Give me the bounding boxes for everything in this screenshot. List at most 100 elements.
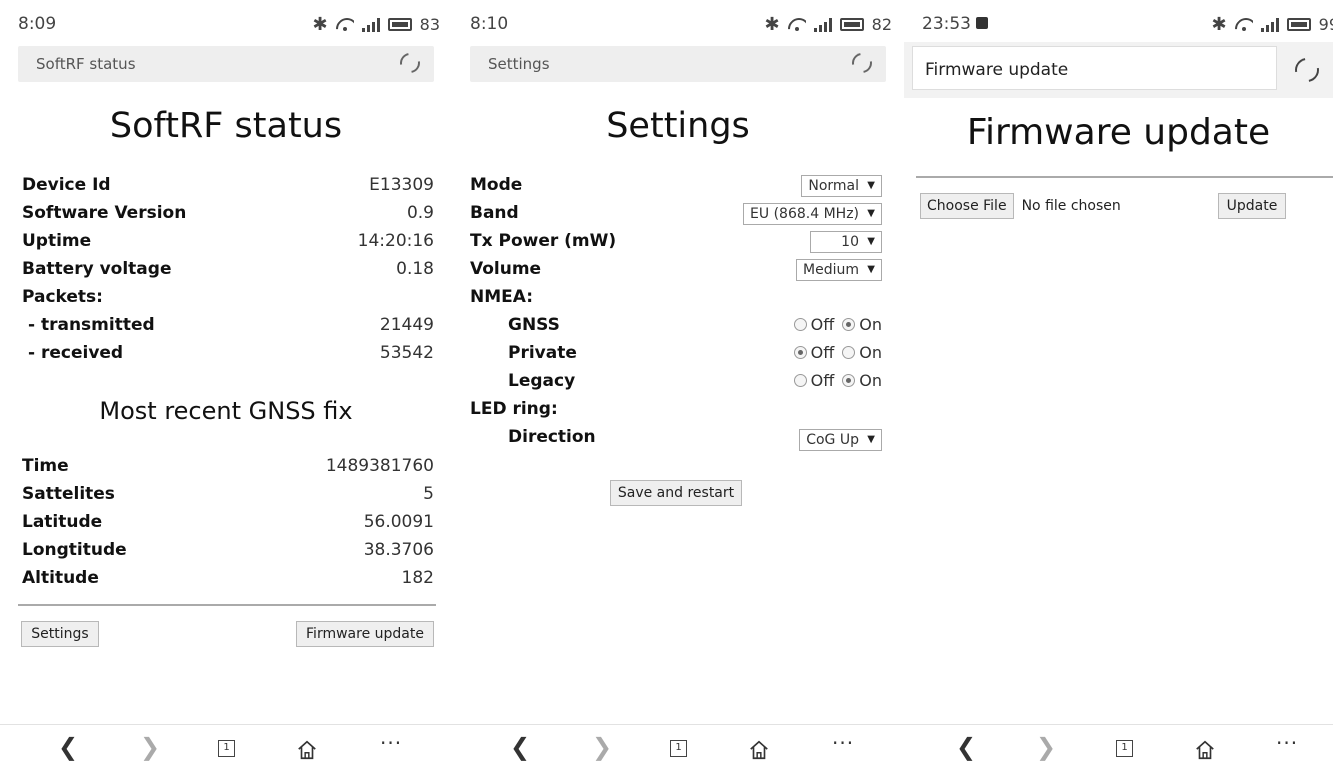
table-row: Uptime 14:20:16 [22, 231, 434, 259]
gnss-off-radio[interactable] [793, 318, 807, 331]
table-row: - received 53542 [22, 343, 434, 371]
band-select[interactable]: EU (868.4 MHz) ▼ [743, 203, 882, 225]
page-title: Firmware update [966, 112, 1271, 153]
row-value: 38.3706 [363, 540, 434, 560]
divider [18, 604, 436, 606]
address-bar[interactable]: Settings [470, 46, 886, 82]
home-icon[interactable] [748, 739, 768, 760]
status-bar: 23:53 ✱ 99 [904, 0, 1333, 42]
reload-icon[interactable] [848, 49, 876, 77]
battery-icon [839, 18, 864, 31]
row-label: - received [28, 343, 124, 363]
row-label: - transmitted [28, 315, 155, 335]
dropdown-caret-icon: ▼ [867, 434, 875, 445]
row-label: Altitude [22, 568, 99, 588]
more-icon[interactable]: ··· [1276, 731, 1298, 755]
browser-nav-bar: ❮ ❯ 1 ··· [0, 724, 452, 770]
private-on-radio[interactable] [842, 346, 856, 359]
url-text[interactable]: SoftRF status [36, 55, 136, 73]
mode-row: Mode Normal ▼ [470, 175, 882, 203]
gnss-label: GNSS [508, 315, 560, 335]
bluetooth-icon: ✱ [1211, 14, 1227, 35]
browser-nav-bar: ❮ ❯ 1 ··· [904, 724, 1333, 770]
more-icon[interactable]: ··· [380, 731, 402, 755]
url-text[interactable]: Firmware update [925, 60, 1068, 80]
private-row: Private Off On [470, 343, 882, 371]
radio-label: On [859, 371, 882, 390]
table-row: Packets: [22, 287, 434, 315]
reload-icon[interactable] [1290, 53, 1324, 87]
led-row: LED ring: [470, 399, 882, 427]
notification-icon [976, 17, 988, 29]
back-icon[interactable]: ❮ [510, 733, 530, 761]
file-status: No file chosen [1021, 198, 1121, 214]
firmware-update-button[interactable]: Firmware update [296, 621, 434, 647]
clock: 8:10 [470, 14, 509, 34]
url-text[interactable]: Settings [488, 55, 550, 73]
home-icon[interactable] [1194, 739, 1214, 760]
forward-icon[interactable]: ❯ [1036, 733, 1056, 761]
row-label: Longtitude [22, 540, 127, 560]
status-bar: 8:09 ✱ 83 [0, 0, 452, 42]
tabs-icon[interactable]: 1 [670, 740, 687, 757]
volume-value: Medium [803, 262, 859, 278]
table-row: Altitude 182 [22, 568, 434, 596]
row-label: Time [22, 456, 69, 476]
radio-label: Off [810, 371, 835, 390]
row-label: Packets: [22, 287, 103, 307]
table-row: Latitude 56.0091 [22, 512, 434, 540]
forward-icon[interactable]: ❯ [592, 733, 612, 761]
address-bar[interactable]: Firmware update [904, 42, 1333, 98]
wifi-icon [1235, 18, 1253, 32]
direction-select[interactable]: CoG Up ▼ [799, 429, 882, 451]
tabs-icon[interactable]: 1 [218, 740, 235, 757]
legacy-on-radio[interactable] [842, 374, 856, 387]
page-title: Settings [606, 106, 750, 146]
gnss-on-radio[interactable] [842, 318, 856, 331]
private-off-radio[interactable] [793, 346, 807, 359]
address-bar[interactable]: SoftRF status [18, 46, 434, 82]
row-label: Sattelites [22, 484, 115, 504]
radio-label: On [859, 343, 882, 362]
row-value: 56.0091 [363, 512, 434, 532]
update-button[interactable]: Update [1218, 193, 1286, 219]
save-restart-button[interactable]: Save and restart [610, 480, 742, 506]
back-icon[interactable]: ❮ [58, 733, 78, 761]
volume-select[interactable]: Medium ▼ [796, 259, 882, 281]
choose-file-button[interactable]: Choose File [920, 193, 1014, 219]
settings-form: Mode Normal ▼ Band EU (868.4 MHz) ▼ Tx Pow… [470, 175, 882, 461]
file-chooser: Choose File No file chosen [920, 193, 1121, 219]
forward-icon[interactable]: ❯ [140, 733, 160, 761]
gnss-table: Time 1489381760 Sattelites 5 Latitude 56.00… [22, 456, 434, 596]
tabs-icon[interactable]: 1 [1116, 740, 1133, 757]
direction-label: Direction [508, 427, 596, 447]
table-row: Battery voltage 0.18 [22, 259, 434, 287]
txpower-select[interactable]: 10 ▼ [810, 231, 882, 253]
txpower-value: 10 [841, 234, 859, 250]
txpower-label: Tx Power (mW) [470, 231, 617, 251]
status-icons: ✱ 99 [1212, 14, 1333, 35]
row-value: E13309 [369, 175, 434, 195]
row-label: Latitude [22, 512, 103, 532]
volume-label: Volume [470, 259, 542, 279]
more-icon[interactable]: ··· [832, 731, 854, 755]
settings-button[interactable]: Settings [21, 621, 99, 647]
table-row: Device Id E13309 [22, 175, 434, 203]
legacy-off-radio[interactable] [793, 374, 807, 387]
private-radio-group: Off On [790, 343, 882, 362]
row-label: Software Version [22, 203, 187, 223]
gnss-title: Most recent GNSS fix [99, 397, 353, 425]
row-value: 5 [423, 484, 434, 504]
table-row: - transmitted 21449 [22, 315, 434, 343]
battery-level: 82 [871, 15, 892, 34]
row-value: 0.18 [396, 259, 434, 279]
url-field[interactable]: Firmware update [912, 46, 1277, 90]
mode-select[interactable]: Normal ▼ [801, 175, 882, 197]
table-row: Sattelites 5 [22, 484, 434, 512]
bluetooth-icon: ✱ [312, 14, 328, 35]
back-icon[interactable]: ❮ [956, 733, 976, 761]
page-title: SoftRF status [109, 106, 343, 146]
home-icon[interactable] [296, 739, 316, 760]
direction-row: Direction CoG Up ▼ [470, 427, 882, 461]
reload-icon[interactable] [396, 49, 424, 77]
